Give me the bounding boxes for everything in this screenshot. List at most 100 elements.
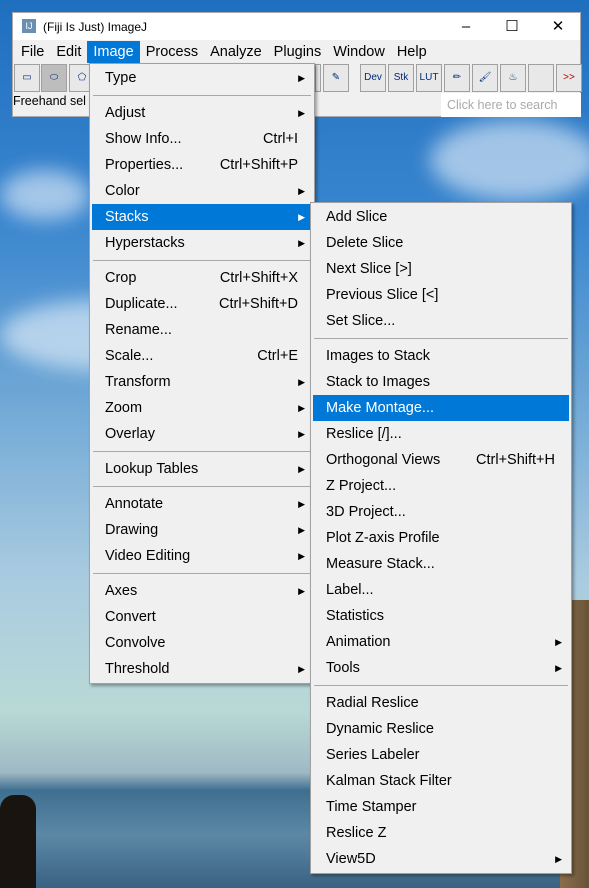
menu-item-label[interactable]: Label... <box>313 577 569 603</box>
menu-item-orthogonal-views[interactable]: Orthogonal Views Ctrl+Shift+H <box>313 447 569 473</box>
menu-item-time-stamper[interactable]: Time Stamper <box>313 794 569 820</box>
menu-item-rename[interactable]: Rename... <box>92 317 312 343</box>
fiji-logo-icon: IJ <box>22 19 36 33</box>
submenu-arrow-icon: ▶ <box>298 377 305 387</box>
background-person <box>0 795 36 888</box>
menu-item-properties[interactable]: Properties... Ctrl+Shift+P <box>92 152 312 178</box>
image-menu: Type ▶ Adjust ▶ Show Info... Ctrl+I Properties… <box>89 63 315 684</box>
menu-item-show-info[interactable]: Show Info... Ctrl+I <box>92 126 312 152</box>
menu-item-label: Crop <box>105 270 137 286</box>
menu-item-label: Stacks <box>105 209 149 225</box>
hidden-tool[interactable] <box>315 64 321 92</box>
menu-item-annotate[interactable]: Annotate ▶ <box>92 491 312 517</box>
menu-item-next-slice[interactable]: Next Slice [>] <box>313 256 569 282</box>
menu-item-add-slice[interactable]: Add Slice <box>313 204 569 230</box>
menu-item-reslice-z[interactable]: Reslice Z <box>313 820 569 846</box>
menu-item-label: Transform <box>105 374 171 390</box>
menu-item-make-montage[interactable]: Make Montage... <box>313 395 569 421</box>
menu-item-radial-reslice[interactable]: Radial Reslice <box>313 690 569 716</box>
menu-item-adjust[interactable]: Adjust ▶ <box>92 100 312 126</box>
shortcut-label: Ctrl+E <box>257 348 298 364</box>
brush-tool[interactable]: 🖌 <box>472 64 498 92</box>
rectangle-tool[interactable]: ▭ <box>14 64 40 92</box>
submenu-arrow-icon: ▶ <box>298 108 305 118</box>
menu-item-set-slice[interactable]: Set Slice... <box>313 308 569 334</box>
submenu-arrow-icon: ▶ <box>555 663 562 673</box>
menu-item-label: Reslice [/]... <box>326 426 402 442</box>
submenu-arrow-icon: ▶ <box>298 212 305 222</box>
menu-window[interactable]: Window <box>327 41 391 63</box>
menu-item-drawing[interactable]: Drawing ▶ <box>92 517 312 543</box>
menu-item-label: Measure Stack... <box>326 556 435 572</box>
menu-item-dynamic-reslice[interactable]: Dynamic Reslice <box>313 716 569 742</box>
menu-item-label: Annotate <box>105 496 164 512</box>
menu-item-statistics[interactable]: Statistics <box>313 603 569 629</box>
menu-item-overlay[interactable]: Overlay ▶ <box>92 421 312 447</box>
stk-tool[interactable]: Stk <box>388 64 414 92</box>
empty-tool-slot[interactable] <box>528 64 554 92</box>
menu-item-measure-stack[interactable]: Measure Stack... <box>313 551 569 577</box>
menu-item-label: Kalman Stack Filter <box>326 773 452 789</box>
menu-item-scale[interactable]: Scale... Ctrl+E <box>92 343 312 369</box>
minimize-button[interactable]: – <box>443 15 489 39</box>
menu-item-lookup-tables[interactable]: Lookup Tables ▶ <box>92 456 312 482</box>
maximize-button[interactable]: ☐ <box>489 15 535 39</box>
menu-item-animation[interactable]: Animation ▶ <box>313 629 569 655</box>
menu-plugins[interactable]: Plugins <box>268 41 328 63</box>
menu-separator <box>92 447 312 456</box>
submenu-arrow-icon: ▶ <box>298 664 305 674</box>
menu-item-view5d[interactable]: View5D ▶ <box>313 846 569 872</box>
menu-item-label: View5D <box>326 851 376 867</box>
menu-separator <box>92 569 312 578</box>
menu-item-zoom[interactable]: Zoom ▶ <box>92 395 312 421</box>
menu-edit[interactable]: Edit <box>50 41 87 63</box>
dev-tool[interactable]: Dev <box>360 64 386 92</box>
menu-item-plot-z-axis-profile[interactable]: Plot Z-axis Profile <box>313 525 569 551</box>
menu-item-transform[interactable]: Transform ▶ <box>92 369 312 395</box>
menu-item-threshold[interactable]: Threshold ▶ <box>92 656 312 682</box>
menu-item-reslice[interactable]: Reslice [/]... <box>313 421 569 447</box>
flood-fill-tool[interactable]: ♨ <box>500 64 526 92</box>
menu-help[interactable]: Help <box>391 41 433 63</box>
menu-item-duplicate[interactable]: Duplicate... Ctrl+Shift+D <box>92 291 312 317</box>
menu-item-label: Convert <box>105 609 156 625</box>
oval-tool[interactable]: ⬭ <box>41 64 67 92</box>
menu-item-label: Radial Reslice <box>326 695 419 711</box>
menu-item-images-to-stack[interactable]: Images to Stack <box>313 343 569 369</box>
menu-item-stack-to-images[interactable]: Stack to Images <box>313 369 569 395</box>
menu-separator <box>92 91 312 100</box>
dropper-tool[interactable]: ✎ <box>323 64 349 92</box>
submenu-arrow-icon: ▶ <box>298 464 305 474</box>
submenu-arrow-icon: ▶ <box>298 429 305 439</box>
menu-item-axes[interactable]: Axes ▶ <box>92 578 312 604</box>
menu-item-convolve[interactable]: Convolve <box>92 630 312 656</box>
menu-item-label: Next Slice [>] <box>326 261 412 277</box>
menu-item-hyperstacks[interactable]: Hyperstacks ▶ <box>92 230 312 256</box>
more-tools-button[interactable]: >> <box>556 64 582 92</box>
menu-item-label: Make Montage... <box>326 400 434 416</box>
close-button[interactable]: ✕ <box>535 15 581 39</box>
menu-item-delete-slice[interactable]: Delete Slice <box>313 230 569 256</box>
menu-item-kalman-stack-filter[interactable]: Kalman Stack Filter <box>313 768 569 794</box>
menu-item-color[interactable]: Color ▶ <box>92 178 312 204</box>
menu-item-z-project[interactable]: Z Project... <box>313 473 569 499</box>
submenu-arrow-icon: ▶ <box>298 186 305 196</box>
lut-tool[interactable]: LUT <box>416 64 442 92</box>
pencil-tool[interactable]: ✏ <box>444 64 470 92</box>
menu-item-tools[interactable]: Tools ▶ <box>313 655 569 681</box>
menu-item-stacks[interactable]: Stacks ▶ <box>92 204 312 230</box>
menu-item-label: Zoom <box>105 400 143 416</box>
menu-item-type[interactable]: Type ▶ <box>92 65 312 91</box>
search-input[interactable]: Click here to search <box>441 93 581 117</box>
menu-item-series-labeler[interactable]: Series Labeler <box>313 742 569 768</box>
menu-file[interactable]: File <box>15 41 50 63</box>
menu-item-video-editing[interactable]: Video Editing ▶ <box>92 543 312 569</box>
menu-item-crop[interactable]: Crop Ctrl+Shift+X <box>92 265 312 291</box>
menu-image[interactable]: Image <box>87 41 140 63</box>
menu-process[interactable]: Process <box>140 41 204 63</box>
menu-item-3d-project[interactable]: 3D Project... <box>313 499 569 525</box>
menu-item-previous-slice[interactable]: Previous Slice [<] <box>313 282 569 308</box>
menu-item-convert[interactable]: Convert <box>92 604 312 630</box>
shortcut-label: Ctrl+Shift+D <box>219 296 298 312</box>
menu-analyze[interactable]: Analyze <box>204 41 268 63</box>
